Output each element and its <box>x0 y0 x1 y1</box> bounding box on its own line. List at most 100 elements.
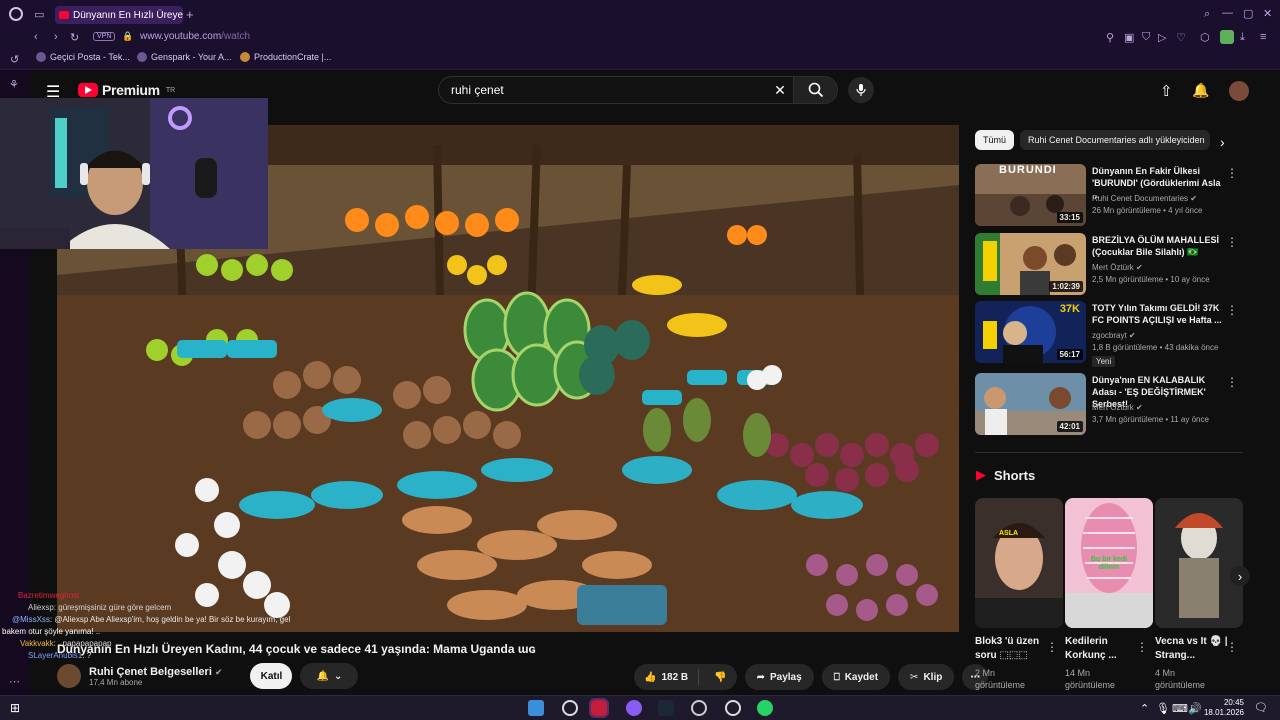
verified-icon: ✔ <box>1128 331 1136 340</box>
taskbar-settings-icon[interactable] <box>562 700 578 716</box>
more-icon[interactable]: ⋮ <box>1226 640 1238 654</box>
short-thumbnail[interactable]: ASLA <box>975 498 1063 628</box>
taskbar-clock[interactable]: 20:45 18.01.2026 <box>1204 698 1244 718</box>
video-thumbnail[interactable]: 42:01 <box>975 373 1086 435</box>
url-field[interactable]: www.youtube.com/watch <box>140 31 250 42</box>
forward-icon[interactable]: › <box>54 31 58 43</box>
shorts-next-button[interactable]: › <box>1230 566 1250 586</box>
taskbar-obs-icon[interactable] <box>691 700 707 716</box>
subscribe-bell-button[interactable]: 🔔 ⌄ <box>300 663 359 689</box>
recommendation-meta: 1,8 B görüntüleme • 43 dakika önce <box>1092 343 1219 352</box>
menu-icon[interactable]: ≡ <box>1260 31 1266 43</box>
taskbar-opera-gx-icon[interactable] <box>589 698 609 718</box>
bookmark-item[interactable]: Genspark - Your A... <box>137 52 232 62</box>
search-button[interactable] <box>793 77 837 103</box>
short-title[interactable]: Blok3 'ü üzen soru ⬚⬚⬚ <box>975 635 1053 663</box>
snapshot-icon[interactable]: ▣ <box>1124 31 1134 44</box>
youtube-play-icon <box>78 83 98 97</box>
video-thumbnail[interactable]: 37K 56:17 <box>975 301 1086 363</box>
short-title[interactable]: Vecna vs It 💀 | Strang... <box>1155 635 1233 663</box>
tab-menu-icon[interactable]: ▭ <box>34 8 44 21</box>
short-views: 2 Mn görüntüleme <box>975 668 1026 690</box>
youtube-premium-logo[interactable]: Premium TR <box>78 82 175 98</box>
account-avatar[interactable] <box>1229 81 1249 101</box>
join-button[interactable]: Katıl <box>250 663 293 689</box>
save-button[interactable]: ⎕ Kaydet <box>821 664 891 690</box>
tray-chevron-icon[interactable]: ⌃ <box>1140 702 1149 715</box>
recommendation-item[interactable]: 1:02:39 BREZİLYA ÖLÜM MAHALLESİ (Çocukla… <box>975 233 1240 297</box>
clear-search-icon[interactable]: ✕ <box>767 82 793 99</box>
chip-all[interactable]: Tümü <box>975 130 1015 150</box>
short-title[interactable]: Kedilerin Korkunç ... <box>1065 635 1143 663</box>
taskbar-messenger-icon[interactable] <box>626 700 642 716</box>
windows-taskbar: ⊞ ⌃ 🎙 ⌨ 🔊 20:45 18.01.2026 🗨 <box>0 695 1280 720</box>
channel-name[interactable]: Ruhi Çenet Belgeselleri ✔ <box>89 666 222 678</box>
recommendation-channel: Mert Öztürk ✔ <box>1092 263 1143 272</box>
volume-icon[interactable]: 🔊 <box>1188 702 1202 715</box>
dislike-button[interactable]: 👎 <box>704 672 736 683</box>
heart-icon[interactable]: ♡ <box>1176 31 1186 44</box>
close-window-button[interactable]: ✕ <box>1263 7 1272 20</box>
notifications-icon[interactable]: 🗨 <box>1254 701 1268 714</box>
video-thumbnail[interactable]: BURUNDI 33:15 <box>975 164 1086 226</box>
minimize-button[interactable]: — <box>1222 7 1233 19</box>
more-icon[interactable]: ⋮ <box>1046 640 1058 654</box>
recommendation-title: TOTY Yılın Takımı GELDİ! 37K FC POINTS A… <box>1092 303 1222 325</box>
recommendation-item[interactable]: BURUNDI 33:15 Dünyanın En Fakir Ülkesi '… <box>975 164 1240 228</box>
short-image <box>975 498 1063 628</box>
reload-icon[interactable]: ↻ <box>70 31 79 44</box>
chips-next-icon[interactable]: › <box>1220 134 1225 150</box>
opera-gx-logo-icon[interactable] <box>9 7 23 21</box>
bookmarks-refresh-icon[interactable]: ↺ <box>10 53 19 66</box>
search-icon <box>808 82 823 98</box>
windows-start-icon[interactable]: ⊞ <box>10 701 20 715</box>
new-tab-button[interactable]: + <box>186 7 194 22</box>
microphone-tray-icon[interactable]: 🎙 <box>1156 702 1170 715</box>
download-icon[interactable]: ⤓ <box>1240 31 1245 44</box>
back-icon[interactable]: ‹ <box>34 31 38 43</box>
more-icon[interactable]: ⋮ <box>1226 166 1238 180</box>
tab-youtube[interactable]: Dünyanın En Hızlı Üreyen <box>55 6 183 24</box>
chat-message: Aliexsp: güreşmişsiniz güre göre gelcem <box>28 603 172 612</box>
sidebar-ai-icon[interactable]: ⚘ <box>9 78 19 91</box>
channel-row: Ruhi Çenet Belgeselleri ✔ 17,4 Mn abone … <box>57 663 359 689</box>
more-icon[interactable]: ⋮ <box>1226 375 1238 389</box>
vpn-badge[interactable]: VPN <box>93 32 116 41</box>
bookmark-item[interactable]: Geçici Posta - Tek... <box>36 52 130 62</box>
profile-avatar-icon[interactable] <box>1220 30 1234 44</box>
channel-avatar[interactable] <box>57 664 81 688</box>
bookmark-item[interactable]: ProductionCrate |... <box>240 52 331 62</box>
video-thumbnail[interactable]: 1:02:39 <box>975 233 1086 295</box>
thumbnail-caption: BURUNDI <box>999 164 1057 176</box>
taskbar-app-icon[interactable] <box>725 700 741 716</box>
shield-icon[interactable]: ⛉ <box>1142 31 1150 44</box>
maximize-button[interactable]: ▢ <box>1243 7 1253 20</box>
more-icon[interactable]: ⋮ <box>1226 303 1238 317</box>
taskbar-whatsapp-icon[interactable] <box>757 700 773 716</box>
recommendation-item[interactable]: 42:01 Dünya'nın EN KALABALIK Adası - 'EŞ… <box>975 373 1240 437</box>
short-thumbnail[interactable] <box>1155 498 1243 628</box>
notifications-bell-icon[interactable]: 🔔 <box>1192 82 1209 99</box>
taskbar-app-icon[interactable] <box>528 700 544 716</box>
share-button[interactable]: ➦ Paylaş <box>744 664 814 690</box>
extensions-icon[interactable]: ⬡ <box>1200 31 1210 44</box>
short-thumbnail[interactable]: Bu bir kedi dilinin <box>1065 498 1153 628</box>
video-duration: 42:01 <box>1056 421 1083 432</box>
more-icon[interactable]: ⋮ <box>1226 235 1238 249</box>
like-button[interactable]: 👍 182 B <box>634 669 700 685</box>
more-icon[interactable]: ⋮ <box>1136 640 1148 654</box>
clip-button[interactable]: ✂ Klip <box>898 664 955 690</box>
lock-icon: 🔒 <box>122 31 134 41</box>
network-icon[interactable]: ⌨ <box>1172 702 1188 715</box>
player-icon[interactable]: ▷ <box>1158 31 1166 44</box>
globe-icon <box>36 52 46 62</box>
shorts-icon: ▶ <box>976 467 986 482</box>
chip-uploader[interactable]: Ruhi Cenet Documentaries adlı yükleyicid… <box>1020 130 1211 150</box>
search-tabs-icon[interactable]: ⌕ <box>1204 8 1210 21</box>
upload-icon[interactable]: ⇧ <box>1160 82 1173 100</box>
voice-search-button[interactable] <box>848 77 874 103</box>
taskbar-steam-icon[interactable] <box>658 700 674 716</box>
recommendation-item[interactable]: 37K 56:17 TOTY Yılın Takımı GELDİ! 37K F… <box>975 301 1240 371</box>
pin-icon[interactable]: ⚲ <box>1106 31 1114 44</box>
search-input[interactable] <box>439 83 767 97</box>
